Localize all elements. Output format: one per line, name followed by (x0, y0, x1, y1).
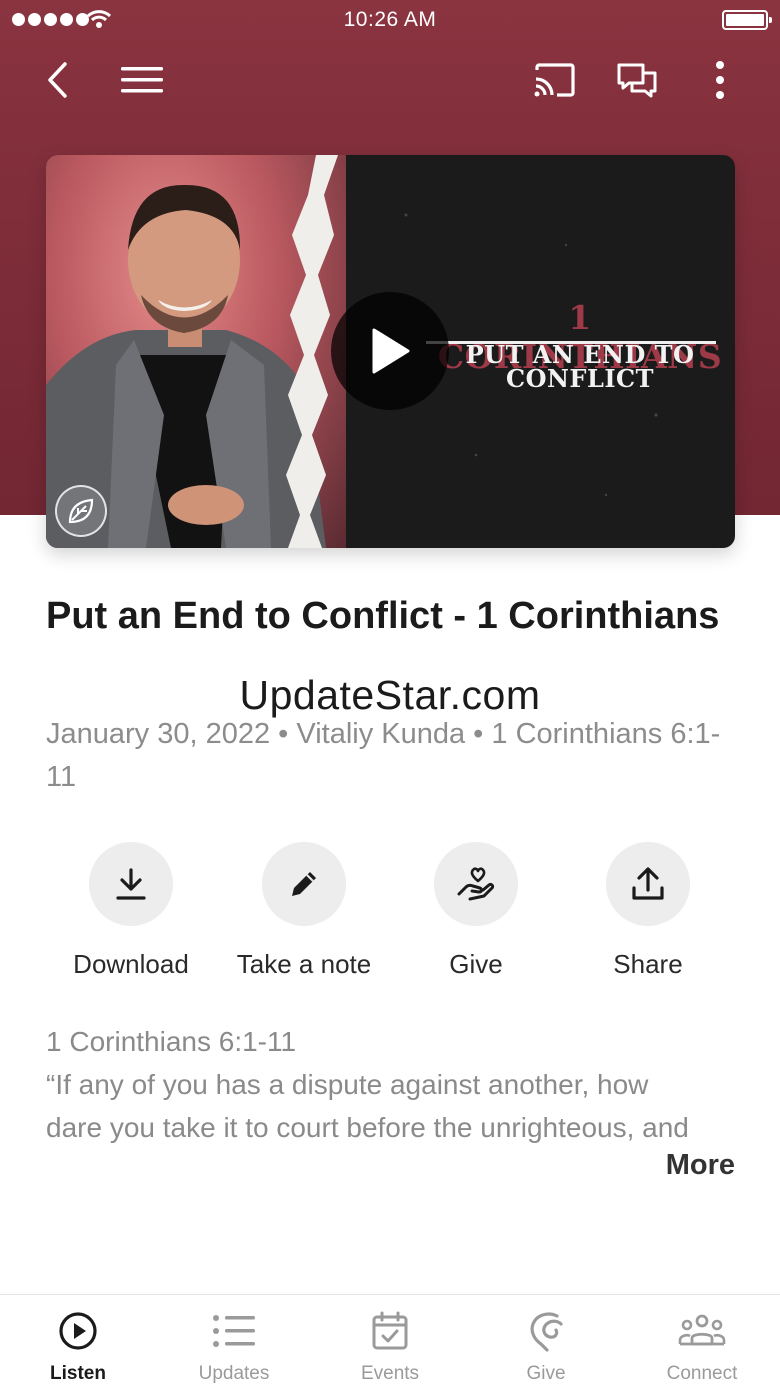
give-action-button[interactable]: Give (391, 842, 561, 982)
tab-updates[interactable]: Updates (156, 1295, 312, 1387)
tab-give[interactable]: Give (468, 1295, 624, 1387)
chat-button[interactable] (609, 52, 665, 108)
tab-connect-label: Connect (666, 1363, 738, 1384)
give-action-label: Give (449, 949, 503, 979)
status-bar: 10:26 AM (0, 0, 780, 40)
calendar-icon (372, 1311, 408, 1350)
menu-button[interactable] (114, 52, 170, 108)
sermon-description: 1 Corinthians 6:1-11 “If any of you has … (46, 1020, 736, 1149)
share-icon (632, 867, 664, 900)
watermark: UpdateStar.com (239, 672, 541, 718)
play-icon (372, 328, 410, 374)
pencil-icon (292, 872, 316, 896)
back-icon (48, 62, 67, 98)
share-label: Share (613, 949, 683, 979)
description-text: “If any of you has a dispute against ano… (46, 1069, 689, 1143)
tab-updates-label: Updates (198, 1363, 270, 1384)
take-note-label: Take a note (236, 949, 372, 979)
download-label: Download (73, 949, 189, 979)
play-circle-icon (59, 1312, 97, 1350)
give-icon (530, 1312, 563, 1352)
more-options-button[interactable] (692, 52, 748, 108)
tab-events[interactable]: Events (312, 1295, 468, 1387)
download-icon (116, 868, 146, 900)
tab-events-label: Events (360, 1363, 420, 1384)
download-button[interactable]: Download (46, 842, 216, 982)
menu-icon (121, 67, 163, 93)
chat-icon (617, 63, 657, 98)
cast-button[interactable] (527, 52, 583, 108)
status-time: 10:26 AM (343, 8, 437, 31)
play-button[interactable] (331, 292, 449, 410)
tab-bar: Listen Updates Events Give Connect (0, 1294, 780, 1387)
sermon-title: Put an End to Conflict - 1 Corinthians (46, 595, 720, 637)
tab-give-label: Give (526, 1363, 566, 1384)
cast-icon (534, 63, 575, 97)
church-logo (55, 485, 107, 537)
give-circle (434, 842, 518, 926)
sermon-meta: January 30, 2022 • Vitaliy Kunda • 1 Cor… (46, 718, 721, 793)
list-icon (213, 1315, 255, 1347)
people-icon (678, 1314, 726, 1346)
download-circle (89, 842, 173, 926)
share-circle (606, 842, 690, 926)
take-note-circle (262, 842, 346, 926)
share-button[interactable]: Share (563, 842, 733, 982)
more-link[interactable]: More (666, 1149, 735, 1182)
give-heart-hand-icon (457, 867, 495, 901)
scripture-reference: 1 Corinthians 6:1-11 (46, 1026, 297, 1057)
series-subtitle-line2: CONFLICT (505, 364, 655, 393)
tab-listen-label: Listen (50, 1363, 106, 1384)
battery-icon (722, 10, 772, 30)
more-vertical-icon (716, 61, 724, 99)
sermon-thumbnail[interactable]: 1 CORINTHIANS PUT AN END TO CONFLICT (46, 155, 735, 548)
tab-listen[interactable]: Listen (0, 1295, 156, 1387)
back-button[interactable] (29, 52, 85, 108)
leaf-icon (68, 498, 94, 524)
tab-connect[interactable]: Connect (624, 1295, 780, 1387)
take-note-button[interactable]: Take a note (219, 842, 389, 982)
series-subtitle: PUT AN END TO CONFLICT (430, 343, 730, 391)
